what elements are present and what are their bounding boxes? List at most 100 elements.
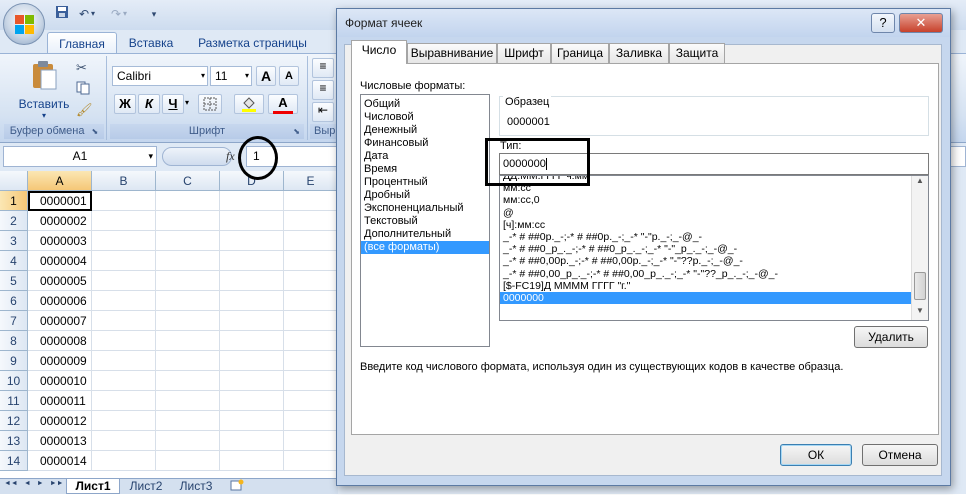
category-item[interactable]: Финансовый (361, 137, 489, 150)
scroll-thumb[interactable] (914, 272, 926, 300)
format-item[interactable]: [$-FC19]Д ММММ ГГГГ "г." (500, 280, 928, 292)
cell-empty[interactable] (156, 311, 220, 331)
cell-empty[interactable] (220, 431, 284, 451)
select-all-corner[interactable] (0, 171, 28, 191)
cell-empty[interactable] (156, 391, 220, 411)
tab-font[interactable]: Шрифт (497, 43, 551, 63)
cut-icon[interactable]: ✂ (76, 60, 92, 76)
delete-button[interactable]: Удалить (854, 326, 928, 348)
font-name-combo[interactable]: Calibri ▾ (112, 66, 208, 86)
cell-empty[interactable] (220, 211, 284, 231)
cell-empty[interactable] (92, 211, 156, 231)
format-item[interactable]: мм:сс,0 (500, 194, 928, 206)
help-button[interactable]: ? (871, 13, 895, 33)
shrink-font-button[interactable]: A (279, 66, 299, 86)
cell-empty[interactable] (92, 451, 156, 471)
prev-sheet-icon[interactable]: ◄ (24, 480, 31, 494)
cell-empty[interactable] (92, 291, 156, 311)
clipboard-launcher-icon[interactable]: ⬊ (92, 127, 99, 136)
cell-a[interactable]: 0000003 (28, 231, 92, 251)
category-item[interactable]: Время (361, 163, 489, 176)
format-code-list[interactable]: ДД.ММ.ГГГГ ч:мм мм:сс мм:сс,0 @ [ч]:мм:сс _-*… (499, 175, 929, 321)
format-item[interactable]: 0000000 (500, 291, 928, 305)
cell-empty[interactable] (220, 251, 284, 271)
cell-empty[interactable] (284, 351, 338, 371)
redo-dropdown-icon[interactable]: ▾ (120, 5, 130, 23)
row-header[interactable]: 8 (0, 331, 28, 351)
row-header[interactable]: 2 (0, 211, 28, 231)
cell-a[interactable]: 0000008 (28, 331, 92, 351)
cancel-button[interactable]: Отмена (862, 444, 938, 466)
office-button[interactable] (3, 3, 45, 45)
format-item[interactable]: [ч]:мм:сс (500, 219, 928, 231)
font-launcher-icon[interactable]: ⬊ (293, 124, 300, 139)
tab-fill[interactable]: Заливка (609, 43, 669, 63)
tab-number[interactable]: Число (351, 40, 407, 64)
cell-empty[interactable] (220, 411, 284, 431)
cell-empty[interactable] (92, 411, 156, 431)
cell-empty[interactable] (220, 271, 284, 291)
row-header[interactable]: 4 (0, 251, 28, 271)
indent-button[interactable]: ⇤ (312, 102, 334, 122)
cell-empty[interactable] (284, 431, 338, 451)
cell-a[interactable]: 0000001 (28, 191, 92, 211)
tab-border[interactable]: Граница (551, 43, 609, 63)
column-header[interactable]: B (92, 171, 156, 191)
category-item[interactable]: Дата (361, 150, 489, 163)
row-header[interactable]: 3 (0, 231, 28, 251)
category-item[interactable]: Процентный (361, 176, 489, 189)
cell-empty[interactable] (156, 351, 220, 371)
font-name-dropdown-icon[interactable]: ▾ (201, 67, 205, 85)
format-item[interactable]: @ (500, 207, 928, 219)
cell-empty[interactable] (156, 331, 220, 351)
cell-a[interactable]: 0000007 (28, 311, 92, 331)
name-box-dropdown-icon[interactable]: ▾ (148, 147, 153, 166)
paste-button[interactable]: Вставить ▾ (18, 58, 70, 120)
cell-empty[interactable] (92, 231, 156, 251)
cell-empty[interactable] (92, 351, 156, 371)
row-header[interactable]: 13 (0, 431, 28, 451)
format-painter-icon[interactable]: 🖌 (76, 102, 93, 118)
cell-empty[interactable] (92, 191, 156, 211)
font-size-dropdown-icon[interactable]: ▾ (245, 67, 249, 85)
tab-alignment[interactable]: Выравнивание (407, 43, 497, 63)
cell-empty[interactable] (92, 431, 156, 451)
cell-empty[interactable] (92, 271, 156, 291)
cell-empty[interactable] (284, 291, 338, 311)
tab-home[interactable]: Главная (47, 32, 117, 54)
cell-empty[interactable] (220, 291, 284, 311)
tab-page-layout[interactable]: Разметка страницы (190, 32, 315, 54)
cell-a[interactable]: 0000004 (28, 251, 92, 271)
tab-protection[interactable]: Защита (669, 43, 725, 63)
cell-empty[interactable] (284, 371, 338, 391)
category-item[interactable]: (все форматы) (361, 241, 489, 254)
row-header[interactable]: 6 (0, 291, 28, 311)
cell-empty[interactable] (220, 191, 284, 211)
cell-empty[interactable] (284, 411, 338, 431)
sheet-tab[interactable]: Лист2 (122, 479, 170, 494)
format-item[interactable]: _-* # ##0_р_._-;-* # ##0_р_._-;_-* "-"_р… (500, 243, 928, 255)
cell-empty[interactable] (156, 291, 220, 311)
row-header[interactable]: 5 (0, 271, 28, 291)
column-header[interactable]: C (156, 171, 220, 191)
cell-a[interactable]: 0000010 (28, 371, 92, 391)
format-list-scrollbar[interactable]: ▲ ▼ (911, 176, 928, 320)
cell-a[interactable]: 0000005 (28, 271, 92, 291)
cell-empty[interactable] (284, 231, 338, 251)
category-item[interactable]: Экспоненциальный (361, 202, 489, 215)
save-icon[interactable] (52, 5, 72, 23)
bold-button[interactable]: Ж (114, 94, 136, 114)
cell-empty[interactable] (156, 191, 220, 211)
category-item[interactable]: Текстовый (361, 215, 489, 228)
cell-empty[interactable] (284, 191, 338, 211)
cell-empty[interactable] (220, 231, 284, 251)
cell-empty[interactable] (220, 351, 284, 371)
category-item[interactable]: Денежный (361, 124, 489, 137)
cell-a[interactable]: 0000002 (28, 211, 92, 231)
grow-font-button[interactable]: A (256, 66, 276, 86)
row-header[interactable]: 14 (0, 451, 28, 471)
cell-a[interactable]: 0000013 (28, 431, 92, 451)
cell-empty[interactable] (156, 451, 220, 471)
ok-button[interactable]: ОК (780, 444, 852, 466)
align-left-button[interactable]: ≡ (312, 80, 334, 100)
